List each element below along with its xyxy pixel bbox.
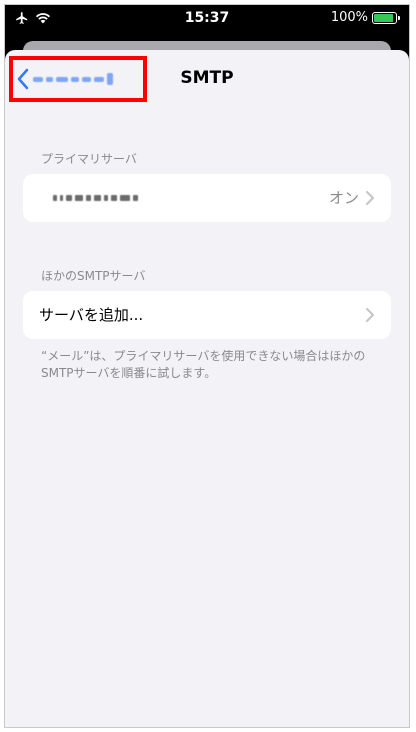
- footer-description: “メール”は、プライマリサーバを使用できない場合はほかのSMTPサーバを順番に試…: [41, 349, 366, 380]
- smtp-settings-sheet: SMTP プライマリサーバ オン ほかのSMTPサーバ サーバを追加... “メ…: [5, 50, 409, 727]
- primary-server-row[interactable]: オン: [23, 174, 391, 222]
- other-servers-header: ほかのSMTPサーバ: [41, 269, 146, 283]
- chevron-right-icon: [366, 308, 374, 322]
- status-bar: 15:37 100%: [5, 5, 409, 37]
- phone-screen: 15:37 100% SMTP プライマリサーバ オン ほかのSMTPサーバ サ…: [4, 4, 410, 728]
- primary-server-header: プライマリサーバ: [41, 152, 137, 166]
- add-server-row[interactable]: サーバを追加...: [23, 291, 391, 339]
- primary-server-name-redacted: [53, 195, 138, 201]
- navigation-bar: SMTP: [5, 50, 409, 106]
- page-title: SMTP: [180, 68, 234, 88]
- status-right: 100%: [330, 10, 400, 25]
- battery-percent: 100%: [330, 10, 368, 25]
- chevron-right-icon: [366, 191, 374, 205]
- primary-server-status: オン: [328, 189, 359, 207]
- battery-charging-icon: [372, 11, 400, 24]
- add-server-label: サーバを追加...: [39, 306, 144, 324]
